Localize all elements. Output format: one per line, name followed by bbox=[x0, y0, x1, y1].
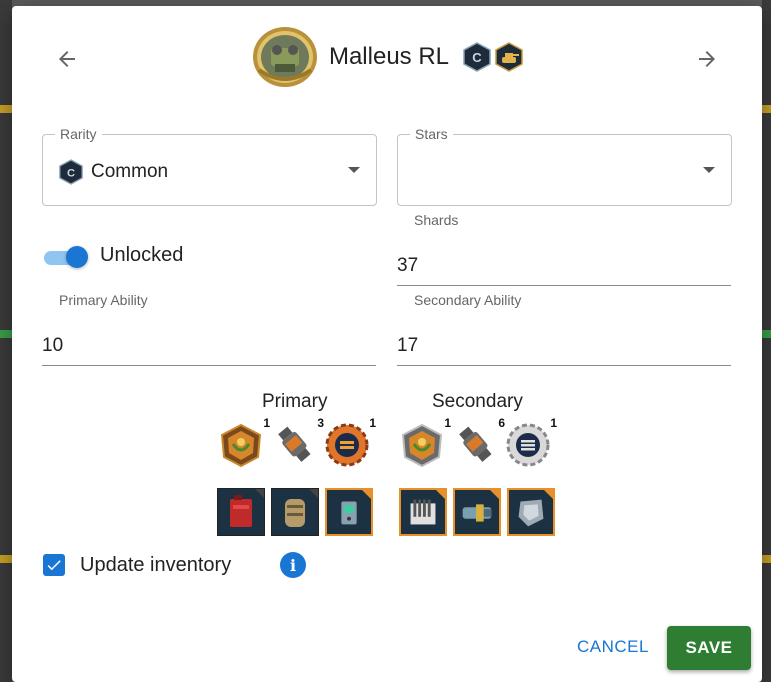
material-count: 6 bbox=[498, 416, 505, 430]
material-count: 3 bbox=[317, 416, 324, 430]
shards-input[interactable]: Shards 37 bbox=[397, 212, 731, 286]
background-left-edge bbox=[0, 0, 12, 682]
background-stripe bbox=[0, 330, 12, 338]
primary-ability-value: 10 bbox=[42, 335, 64, 356]
component-icon[interactable]: 3 bbox=[272, 416, 324, 468]
background-stripe bbox=[762, 555, 771, 563]
toggle-knob bbox=[66, 246, 88, 268]
badge-icon[interactable]: 1 bbox=[399, 416, 451, 468]
svg-text:C: C bbox=[67, 167, 75, 179]
common-rarity-icon: C bbox=[59, 159, 83, 185]
item-corner bbox=[309, 489, 318, 498]
item-corner bbox=[490, 490, 499, 499]
secondary-upgrades-title: Secondary bbox=[432, 391, 523, 412]
dropdown-arrow-icon bbox=[348, 167, 360, 173]
svg-text:C: C bbox=[472, 50, 482, 65]
primary-upgrades-title: Primary bbox=[262, 391, 328, 412]
material-count: 1 bbox=[263, 416, 270, 430]
stars-select[interactable]: Stars bbox=[397, 126, 732, 206]
rarity-value-wrap: C Common bbox=[59, 159, 168, 185]
item-corner bbox=[436, 490, 445, 499]
item-corner bbox=[362, 490, 371, 499]
edit-character-dialog: Malleus RL C Rarity C Common Stars Unloc… bbox=[12, 6, 762, 682]
cancel-button[interactable]: CANCEL bbox=[566, 627, 660, 667]
material-count: 1 bbox=[369, 416, 376, 430]
rarity-badge-icon: C bbox=[463, 42, 491, 72]
rarity-value: Common bbox=[91, 161, 169, 182]
background-stripe bbox=[762, 105, 771, 113]
unlocked-toggle[interactable] bbox=[42, 246, 90, 268]
update-inventory-checkbox[interactable] bbox=[43, 554, 65, 576]
material-count: 1 bbox=[444, 416, 451, 430]
dropdown-arrow-icon bbox=[703, 167, 715, 173]
unlocked-label: Unlocked bbox=[100, 244, 184, 266]
stars-label: Stars bbox=[410, 126, 453, 142]
item-corner bbox=[544, 490, 553, 499]
rarity-label: Rarity bbox=[55, 126, 102, 142]
fuel-canister-icon[interactable] bbox=[217, 488, 265, 536]
gun-module-icon[interactable] bbox=[453, 488, 501, 536]
character-name: Malleus RL bbox=[328, 43, 450, 70]
character-portrait bbox=[251, 26, 319, 88]
item-corner bbox=[255, 489, 264, 498]
dialog-header: Malleus RL C bbox=[12, 26, 762, 88]
material-count: 1 bbox=[550, 416, 557, 430]
armor-plate-icon[interactable] bbox=[507, 488, 555, 536]
component-icon[interactable]: 6 bbox=[453, 416, 505, 468]
rarity-select[interactable]: Rarity C Common bbox=[42, 126, 377, 206]
gear-token-icon[interactable]: 1 bbox=[505, 416, 557, 468]
shards-label: Shards bbox=[414, 212, 459, 228]
shards-value: 37 bbox=[397, 255, 419, 276]
checkmark-icon bbox=[47, 560, 61, 571]
gear-token-icon[interactable]: 1 bbox=[324, 416, 376, 468]
save-button[interactable]: SAVE bbox=[667, 626, 751, 670]
primary-ability-input[interactable]: Primary Ability 10 bbox=[42, 292, 376, 366]
background-stripe bbox=[0, 555, 12, 563]
secondary-ability-value: 17 bbox=[397, 335, 419, 356]
crate-icon[interactable] bbox=[399, 488, 447, 536]
background-stripe bbox=[0, 105, 12, 113]
secondary-ability-input[interactable]: Secondary Ability 17 bbox=[397, 292, 731, 366]
background-right-edge bbox=[762, 0, 771, 682]
scroll-icon[interactable] bbox=[271, 488, 319, 536]
update-inventory-label: Update inventory bbox=[80, 554, 232, 576]
device-icon[interactable] bbox=[325, 488, 373, 536]
primary-ability-label: Primary Ability bbox=[59, 292, 148, 308]
info-icon[interactable]: i bbox=[280, 552, 306, 578]
badge-icon[interactable]: 1 bbox=[218, 416, 270, 468]
background-stripe bbox=[762, 330, 771, 338]
tank-faction-icon bbox=[495, 42, 523, 72]
secondary-ability-label: Secondary Ability bbox=[414, 292, 522, 308]
